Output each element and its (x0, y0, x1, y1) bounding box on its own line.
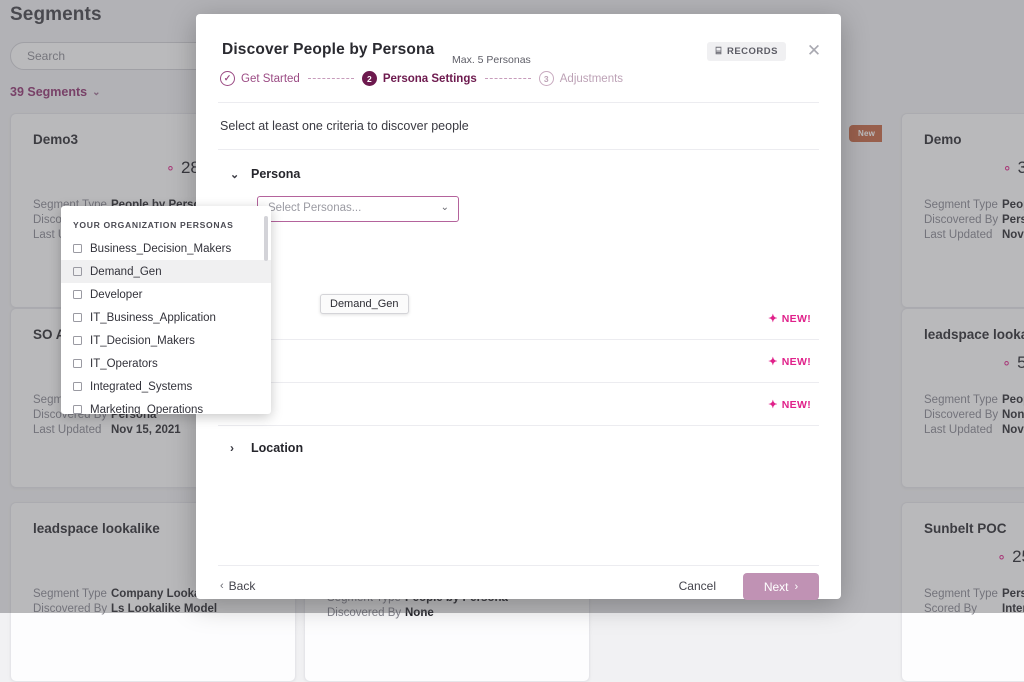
divider (218, 102, 819, 103)
persona-select[interactable]: Select Personas... ⌄ (257, 196, 459, 222)
dropdown-option-label: Demand_Gen (90, 266, 162, 278)
chevron-right-icon: › (230, 440, 234, 456)
dropdown-option-label: IT_Decision_Makers (90, 335, 195, 347)
dropdown-option-list[interactable]: Business_Decision_Makers Demand_Gen Develo… (61, 237, 271, 414)
collapsed-section-row[interactable]: › ✦ NEW! (218, 384, 819, 426)
checkbox[interactable] (73, 405, 82, 414)
dropdown-option[interactable]: Marketing_Operations (61, 398, 271, 414)
dropdown-option-label: Marketing_Operations (90, 404, 203, 415)
max-personas-note: Max. 5 Personas (452, 54, 531, 66)
persona-section: ⌄ Persona Select Personas... ⌄ (218, 161, 819, 297)
new-badge-label: NEW! (782, 354, 811, 370)
step-persona-settings[interactable]: 2 Persona Settings (362, 71, 477, 86)
step-connector (485, 78, 531, 79)
location-section-label: Location (251, 440, 303, 456)
wizard-stepper: ✓ Get Started 2 Persona Settings 3 Adjus… (220, 71, 623, 86)
checkbox[interactable] (73, 382, 82, 391)
dropdown-scrollbar[interactable] (264, 216, 268, 261)
dropdown-option[interactable]: Integrated_Systems (61, 375, 271, 398)
divider (218, 565, 819, 566)
dropdown-option-label: Developer (90, 289, 142, 301)
back-button-label: Back (229, 579, 256, 593)
persona-dropdown-menu[interactable]: YOUR ORGANIZATION PERSONAS Business_Deci… (61, 206, 271, 414)
dropdown-option[interactable]: IT_Decision_Makers (61, 329, 271, 352)
new-badge: ✦ NEW! (768, 311, 811, 327)
dropdown-option-label: Business_Decision_Makers (90, 243, 231, 255)
back-button[interactable]: ‹ Back (220, 579, 255, 593)
new-badge: ✦ NEW! (768, 397, 811, 413)
chevron-down-icon: ⌄ (441, 202, 449, 213)
dropdown-group-heading: YOUR ORGANIZATION PERSONAS (61, 206, 271, 237)
checkbox[interactable] (73, 313, 82, 322)
dropdown-option[interactable]: IT_Business_Application (61, 306, 271, 329)
dropdown-option[interactable]: Developer (61, 283, 271, 306)
checkbox[interactable] (73, 244, 82, 253)
step-label: Get Started (241, 73, 300, 85)
records-button[interactable]: ⌸ RECORDS (707, 42, 786, 61)
step-connector (308, 78, 354, 79)
checkbox[interactable] (73, 267, 82, 276)
check-icon: ✓ (224, 73, 232, 84)
dropdown-option[interactable]: IT_Operators (61, 352, 271, 375)
step-marker: ✓ (220, 71, 235, 86)
persona-section-label: Persona (251, 167, 300, 181)
records-button-label: RECORDS (727, 46, 778, 57)
chevron-down-icon[interactable]: ⌄ (230, 168, 239, 181)
step-get-started[interactable]: ✓ Get Started (220, 71, 300, 86)
chevron-right-icon: › (795, 581, 799, 593)
persona-select-placeholder: Select Personas... (268, 202, 361, 214)
criteria-hint: Select at least one criteria to discover… (220, 119, 469, 133)
modal-title: Discover People by Persona (222, 41, 434, 59)
collapsed-section-row[interactable]: › ✦ NEW! (218, 341, 819, 383)
step-label: Adjustments (560, 73, 623, 85)
step-label: Persona Settings (383, 73, 477, 85)
close-icon[interactable]: ✕ (805, 42, 823, 60)
checkbox[interactable] (73, 359, 82, 368)
new-badge-label: NEW! (782, 311, 811, 327)
dropdown-option-label: Integrated_Systems (90, 381, 192, 393)
discover-people-modal: Discover People by Persona ⌸ RECORDS ✕ ✓… (196, 14, 841, 599)
dropdown-option-label: IT_Business_Application (90, 312, 216, 324)
cancel-button[interactable]: Cancel (679, 579, 716, 593)
dropdown-option[interactable]: Business_Decision_Makers (61, 237, 271, 260)
checkbox[interactable] (73, 290, 82, 299)
collapsed-section-row[interactable]: › ✦ NEW! (218, 298, 819, 340)
database-icon: ⌸ (715, 46, 722, 57)
new-badge-label: NEW! (782, 397, 811, 413)
checkbox[interactable] (73, 336, 82, 345)
star-icon: ✦ (768, 311, 778, 327)
step-marker: 2 (362, 71, 377, 86)
dropdown-option-label: IT_Operators (90, 358, 158, 370)
location-section-row[interactable]: › Location (218, 427, 819, 469)
dropdown-option[interactable]: Demand_Gen (61, 260, 271, 283)
star-icon: ✦ (768, 397, 778, 413)
step-marker: 3 (539, 71, 554, 86)
next-button[interactable]: Next › (743, 573, 819, 600)
persona-tooltip: Demand_Gen (320, 294, 409, 314)
chevron-left-icon: ‹ (220, 580, 224, 592)
divider (218, 149, 819, 150)
new-badge: ✦ NEW! (768, 354, 811, 370)
star-icon: ✦ (768, 354, 778, 370)
step-adjustments[interactable]: 3 Adjustments (539, 71, 623, 86)
next-button-label: Next (764, 580, 789, 594)
